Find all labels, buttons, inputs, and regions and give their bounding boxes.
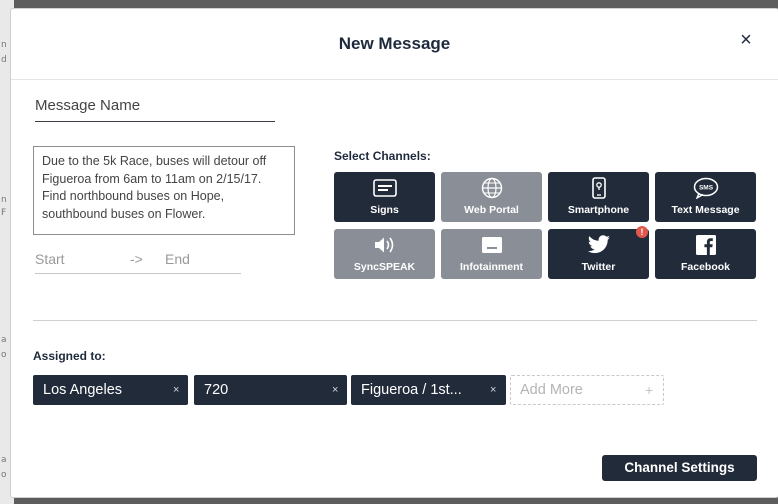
smartphone-icon	[548, 176, 649, 200]
tag-los-angeles: Los Angeles ×	[33, 375, 188, 405]
section-divider	[33, 320, 757, 321]
message-body-textarea[interactable]: Due to the 5k Race, buses will detour of…	[33, 146, 295, 235]
channel-twitter[interactable]: Twitter !	[548, 226, 649, 279]
remove-tag-icon[interactable]: ×	[490, 375, 496, 405]
channel-settings-button[interactable]: Channel Settings	[602, 455, 757, 481]
speaker-icon	[334, 233, 435, 257]
remove-tag-icon[interactable]: ×	[332, 375, 338, 405]
select-channels-label: Select Channels:	[334, 149, 431, 163]
channel-label: Twitter	[581, 261, 616, 273]
start-date-input[interactable]: Start	[35, 251, 65, 267]
channel-web-portal[interactable]: Web Portal	[441, 172, 542, 222]
globe-www-icon	[441, 176, 542, 200]
channel-label: Text Message	[671, 204, 740, 216]
channel-label: Signs	[370, 204, 399, 216]
channel-label: Facebook	[680, 261, 730, 273]
twitter-icon	[548, 233, 649, 257]
channel-syncspeak[interactable]: SyncSPEAK	[334, 229, 435, 279]
remove-tag-icon[interactable]: ×	[173, 375, 179, 405]
channel-label: SyncSPEAK	[353, 261, 416, 273]
add-more-input[interactable]: Add More +	[510, 375, 664, 405]
channel-smartphone[interactable]: Smartphone	[548, 172, 649, 222]
svg-text:SMS: SMS	[698, 185, 713, 192]
sign-icon	[334, 176, 435, 200]
screen-icon	[441, 233, 542, 257]
channel-infotainment[interactable]: Infotainment	[441, 229, 542, 279]
tag-720: 720 ×	[194, 375, 347, 405]
close-icon[interactable]: ×	[735, 29, 757, 53]
date-range-field[interactable]: Start -> End	[35, 249, 241, 274]
date-range-arrow: ->	[130, 251, 143, 267]
channel-text-message[interactable]: SMS Text Message	[655, 172, 756, 222]
channel-facebook[interactable]: Facebook	[655, 229, 756, 279]
dialog-title: New Message	[338, 34, 451, 53]
tag-label: Los Angeles	[43, 382, 123, 398]
channel-signs[interactable]: Signs	[334, 172, 435, 222]
tag-label: 720	[204, 382, 229, 398]
assigned-to-label: Assigned to:	[33, 349, 106, 363]
dialog-header: New Message ×	[11, 9, 778, 80]
channel-label: Infotainment	[460, 261, 523, 273]
end-date-input[interactable]: End	[165, 251, 190, 267]
message-name-input[interactable]: Message Name	[35, 93, 275, 122]
facebook-icon	[655, 233, 756, 257]
tag-label: Figueroa / 1st...	[361, 382, 462, 398]
alert-badge: !	[636, 226, 648, 238]
add-more-placeholder: Add More	[520, 382, 583, 398]
channel-label: Smartphone	[567, 204, 630, 216]
sms-bubble-icon: SMS	[655, 176, 756, 200]
channel-label: Web Portal	[464, 204, 519, 216]
plus-icon[interactable]: +	[645, 376, 653, 404]
new-message-dialog: New Message × Message Name Due to the 5k…	[10, 8, 778, 498]
tag-figueroa-1st: Figueroa / 1st... ×	[351, 375, 506, 405]
